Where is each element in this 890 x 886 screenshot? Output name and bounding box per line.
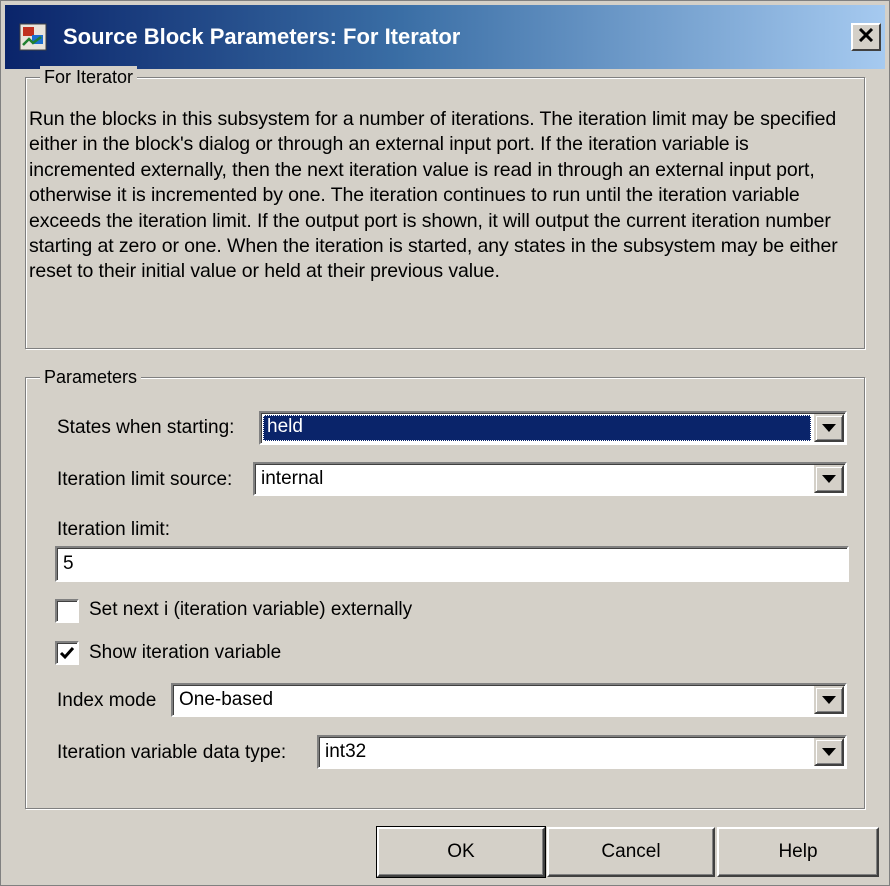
description-group-legend: For Iterator — [40, 66, 138, 88]
iteration-variable-data-type-label: Iteration variable data type: — [57, 742, 287, 763]
iteration-limit-source-label: Iteration limit source: — [57, 469, 233, 490]
states-when-starting-value: held — [263, 415, 811, 441]
chevron-down-icon — [822, 748, 836, 756]
simulink-block-icon — [19, 23, 47, 51]
dropdown-arrow-button[interactable] — [814, 686, 844, 714]
set-next-i-label: Set next i (iteration variable) external… — [89, 599, 413, 620]
checkmark-icon — [59, 647, 75, 660]
block-description: Run the blocks in this subsystem for a n… — [29, 108, 838, 283]
chevron-down-icon — [822, 424, 836, 432]
index-mode-label: Index mode — [57, 690, 157, 711]
parameters-group-legend: Parameters — [40, 366, 142, 388]
index-mode-value: One-based — [179, 689, 274, 710]
dialog-window: Source Block Parameters: For Iterator Fo… — [0, 0, 890, 886]
close-button[interactable] — [851, 23, 881, 51]
iteration-limit-value: 5 — [63, 553, 74, 574]
iteration-variable-data-type-dropdown[interactable]: int32 — [317, 735, 847, 769]
chevron-down-icon — [822, 475, 836, 483]
show-iteration-variable-checkbox[interactable] — [55, 641, 79, 665]
states-when-starting-dropdown[interactable]: held — [259, 411, 847, 445]
iteration-limit-input[interactable]: 5 — [55, 546, 849, 582]
close-icon — [858, 27, 874, 47]
iteration-limit-source-dropdown[interactable]: internal — [253, 462, 847, 496]
help-button[interactable]: Help — [717, 827, 879, 877]
iteration-variable-data-type-value: int32 — [325, 741, 367, 762]
title-bar[interactable]: Source Block Parameters: For Iterator — [5, 5, 885, 69]
dropdown-arrow-button[interactable] — [814, 738, 844, 766]
show-iteration-variable-label: Show iteration variable — [89, 642, 282, 663]
states-when-starting-label: States when starting: — [57, 417, 235, 438]
ok-button[interactable]: OK — [376, 826, 546, 878]
index-mode-dropdown[interactable]: One-based — [171, 683, 847, 717]
chevron-down-icon — [822, 696, 836, 704]
window-title: Source Block Parameters: For Iterator — [63, 24, 461, 49]
cancel-button[interactable]: Cancel — [547, 827, 715, 877]
set-next-i-checkbox[interactable] — [55, 599, 79, 623]
dropdown-arrow-button[interactable] — [814, 465, 844, 493]
iteration-limit-source-value: internal — [261, 468, 324, 489]
dropdown-arrow-button[interactable] — [814, 414, 844, 442]
iteration-limit-label: Iteration limit: — [57, 519, 170, 540]
